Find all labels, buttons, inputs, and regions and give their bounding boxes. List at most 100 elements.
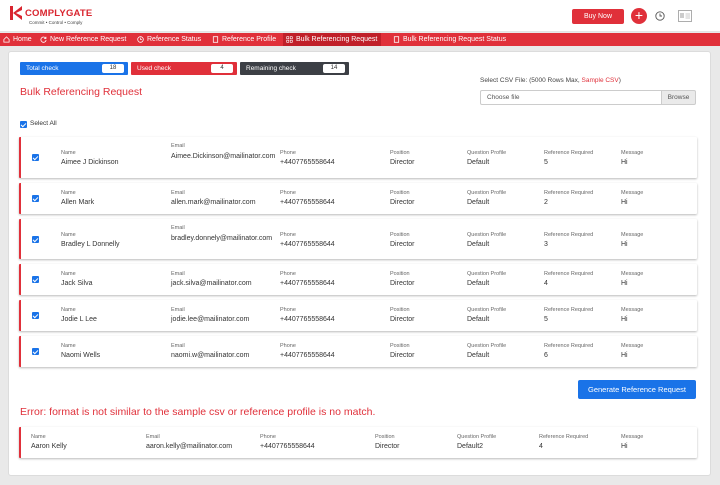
- table-row: Name Naomi Wells Email naomi.w@mailinator.…: [19, 336, 697, 367]
- message-label: Message: [621, 150, 644, 156]
- message-cell: Message Hi: [621, 343, 643, 359]
- email-value: aaron.kelly@mailinator.com: [146, 443, 233, 450]
- error-row: Name Aaron Kelly Email aaron.kelly@mailina…: [19, 427, 697, 458]
- table-row: Name Aimee J Dickinson Email Aimee.Dickins…: [19, 137, 697, 178]
- name-cell: Name Allen Mark: [61, 190, 94, 206]
- position-cell: Position Director: [390, 150, 415, 166]
- phone-value: +4407765558644: [280, 352, 335, 359]
- reference-required-value: 4: [539, 443, 543, 450]
- email-value: Aimee.Dickinson@mailinator.com: [171, 153, 276, 160]
- name-cell: Name Jack Silva: [61, 271, 93, 287]
- nav-item-reference-profile[interactable]: Reference Profile: [212, 33, 276, 46]
- phone-label: Phone: [280, 271, 296, 277]
- remaining-check-stat: Remaining check 14: [240, 62, 349, 75]
- position-label: Position: [390, 190, 410, 196]
- nav-item-reference-status[interactable]: Reference Status: [137, 33, 201, 46]
- position-value: Director: [390, 159, 415, 166]
- csv-label-suffix: ): [618, 77, 621, 84]
- position-cell: Position Director: [390, 307, 415, 323]
- email-value: jodie.lee@mailinator.com: [171, 316, 250, 323]
- nav-item-bulk-referencing-request[interactable]: Bulk Referencing Request: [283, 33, 382, 46]
- email-cell: Email jack.silva@mailinator.com: [171, 271, 252, 287]
- nav-label: Reference Status: [147, 36, 202, 43]
- row-checkbox[interactable]: [32, 154, 39, 161]
- name-label: Name: [61, 271, 76, 277]
- email-cell: Email Aimee.Dickinson@mailinator.com: [171, 143, 275, 161]
- message-label: Message: [621, 232, 644, 238]
- row-checkbox[interactable]: [32, 236, 39, 243]
- question-profile-value: Default: [467, 199, 490, 206]
- row-checkbox[interactable]: [32, 312, 39, 319]
- brand-logo-mark: [10, 6, 22, 20]
- select-all-checkbox[interactable]: [20, 121, 27, 128]
- reference-required-label: Reference Required: [544, 307, 594, 313]
- email-value: bradley.donnely@mailinator.com: [171, 235, 273, 242]
- home-icon: [3, 36, 10, 43]
- email-label: Email: [171, 143, 185, 149]
- question-profile-label: Question Profile: [467, 343, 507, 349]
- plus-icon[interactable]: +: [631, 8, 647, 24]
- question-profile-label: Question Profile: [467, 190, 507, 196]
- message-value: Hi: [621, 241, 628, 248]
- phone-cell: Phone +4407765558644: [280, 307, 335, 323]
- phone-cell: Phone +4407765558644: [280, 190, 335, 206]
- message-value: Hi: [621, 159, 628, 166]
- browse-button[interactable]: Browse: [662, 90, 696, 105]
- reference-required-label: Reference Required: [544, 271, 594, 277]
- phone-value: +4407765558644: [280, 199, 335, 206]
- nav-item-home[interactable]: Home: [3, 33, 32, 46]
- id-card-icon[interactable]: [678, 10, 692, 22]
- used-check-label: Used check: [137, 65, 171, 72]
- reference-required-label: Reference Required: [544, 150, 594, 156]
- phone-cell: Phone +4407765558644: [280, 343, 335, 359]
- reference-required-label: Reference Required: [544, 190, 594, 196]
- select-all-label: Select All: [30, 120, 57, 127]
- name-cell: Name Aaron Kelly: [31, 434, 67, 450]
- question-profile-label: Question Profile: [467, 232, 507, 238]
- row-checkbox[interactable]: [32, 348, 39, 355]
- clock-icon[interactable]: [655, 11, 665, 21]
- nav-item-bulk-referencing-request-status[interactable]: Bulk Referencing Request Status: [393, 33, 506, 46]
- app-header: COMPLYGATE Commit • Control • Comply Buy…: [0, 0, 720, 32]
- question-profile-label: Question Profile: [467, 271, 507, 277]
- message-cell: Message Hi: [621, 271, 643, 287]
- brand-name: COMPLYGATE: [25, 8, 93, 19]
- document-icon: [212, 36, 219, 43]
- csv-file-input[interactable]: Choose file: [480, 90, 662, 105]
- question-profile-cell: Question Profile Default: [467, 343, 506, 359]
- table-row: Name Jack Silva Email jack.silva@mailinato…: [19, 264, 697, 295]
- question-profile-label: Question Profile: [467, 150, 507, 156]
- csv-label-text: Select CSV File: (5000 Rows Max,: [480, 77, 580, 84]
- name-label: Name: [61, 190, 76, 196]
- clock-icon: [137, 36, 144, 43]
- reference-required-cell: Reference Required 5: [544, 307, 593, 323]
- nav-label: Bulk Referencing Request Status: [403, 36, 507, 43]
- message-value: Hi: [621, 352, 628, 359]
- remaining-check-label: Remaining check: [246, 65, 296, 72]
- phone-label: Phone: [280, 343, 296, 349]
- message-value: Hi: [621, 443, 628, 450]
- message-cell: Message Hi: [621, 307, 643, 323]
- nav-label: Bulk Referencing Request: [296, 36, 378, 43]
- table-row: Name Jodie L Lee Email jodie.lee@mailinato…: [19, 300, 697, 331]
- used-check-count: 4: [211, 64, 233, 73]
- email-label: Email: [171, 225, 185, 231]
- position-label: Position: [390, 232, 410, 238]
- nav-item-new-reference-request[interactable]: New Reference Request: [40, 33, 126, 46]
- email-cell: Email jodie.lee@mailinator.com: [171, 307, 249, 323]
- message-label: Message: [621, 434, 644, 440]
- nav-label: Reference Profile: [222, 36, 277, 43]
- question-profile-cell: Question Profile Default2: [457, 434, 496, 450]
- position-value: Director: [390, 241, 415, 248]
- name-value: Jodie L Lee: [61, 316, 97, 323]
- refresh-icon: [40, 36, 47, 43]
- sample-csv-link[interactable]: Sample CSV: [582, 77, 619, 84]
- grid-icon: [286, 36, 293, 43]
- row-checkbox[interactable]: [32, 276, 39, 283]
- row-checkbox[interactable]: [32, 195, 39, 202]
- generate-reference-request-button[interactable]: Generate Reference Request: [578, 380, 696, 399]
- buy-now-button[interactable]: Buy Now: [572, 9, 624, 24]
- reference-required-value: 6: [544, 352, 548, 359]
- position-cell: Position Director: [390, 190, 415, 206]
- question-profile-value: Default: [467, 241, 490, 248]
